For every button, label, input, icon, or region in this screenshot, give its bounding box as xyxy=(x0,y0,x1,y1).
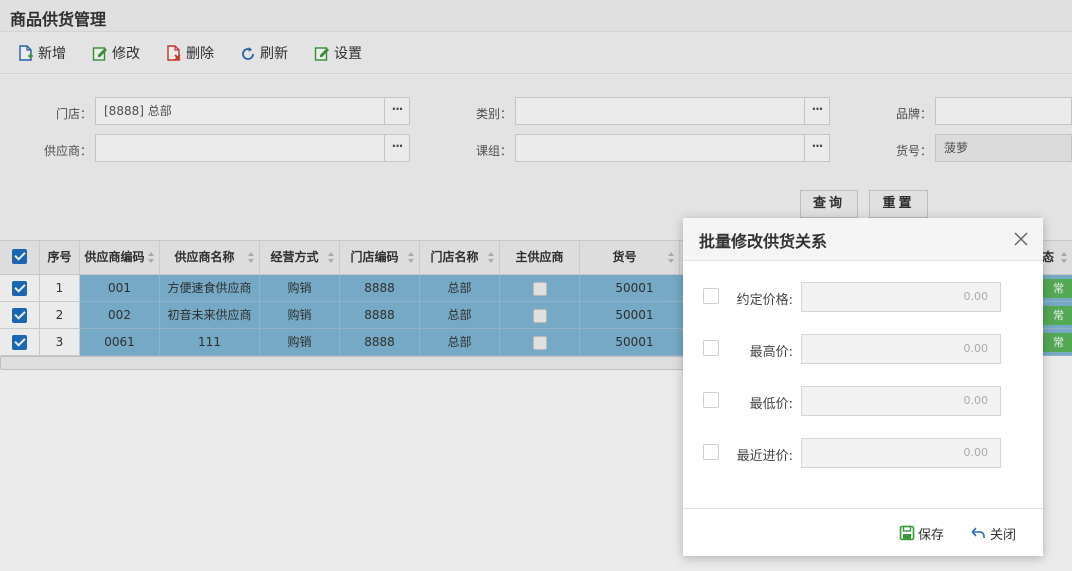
min-price-checkbox[interactable] xyxy=(703,392,719,408)
last-purchase-price-label: 最近进价: xyxy=(736,449,793,464)
agreed-price-label: 约定价格: xyxy=(736,293,793,308)
last-purchase-price-input[interactable]: 0.00 xyxy=(801,438,1001,468)
dialog-title: 批量修改供货关系 xyxy=(699,232,828,251)
agreed-price-checkbox[interactable] xyxy=(703,288,719,304)
dialog-footer: 保存 关闭 xyxy=(683,508,1043,556)
max-price-input[interactable]: 0.00 xyxy=(801,334,1001,364)
min-price-label: 最低价: xyxy=(749,397,793,412)
save-icon xyxy=(899,525,915,541)
save-button[interactable]: 保存 xyxy=(899,524,945,543)
close-icon[interactable] xyxy=(1013,231,1029,247)
batch-edit-dialog: 批量修改供货关系 约定价格: 0.00 最高价: 0.00 最低价: 0.00 … xyxy=(683,218,1043,556)
max-price-label: 最高价: xyxy=(749,345,793,360)
last-purchase-price-checkbox[interactable] xyxy=(703,444,719,460)
max-price-checkbox[interactable] xyxy=(703,340,719,356)
dialog-header: 批量修改供货关系 xyxy=(683,218,1043,261)
undo-arrow-icon xyxy=(971,527,985,538)
close-button[interactable]: 关闭 xyxy=(971,524,1017,543)
agreed-price-input[interactable]: 0.00 xyxy=(801,282,1001,312)
close-button-label: 关闭 xyxy=(990,527,1017,543)
save-button-label: 保存 xyxy=(918,527,945,543)
min-price-input[interactable]: 0.00 xyxy=(801,386,1001,416)
